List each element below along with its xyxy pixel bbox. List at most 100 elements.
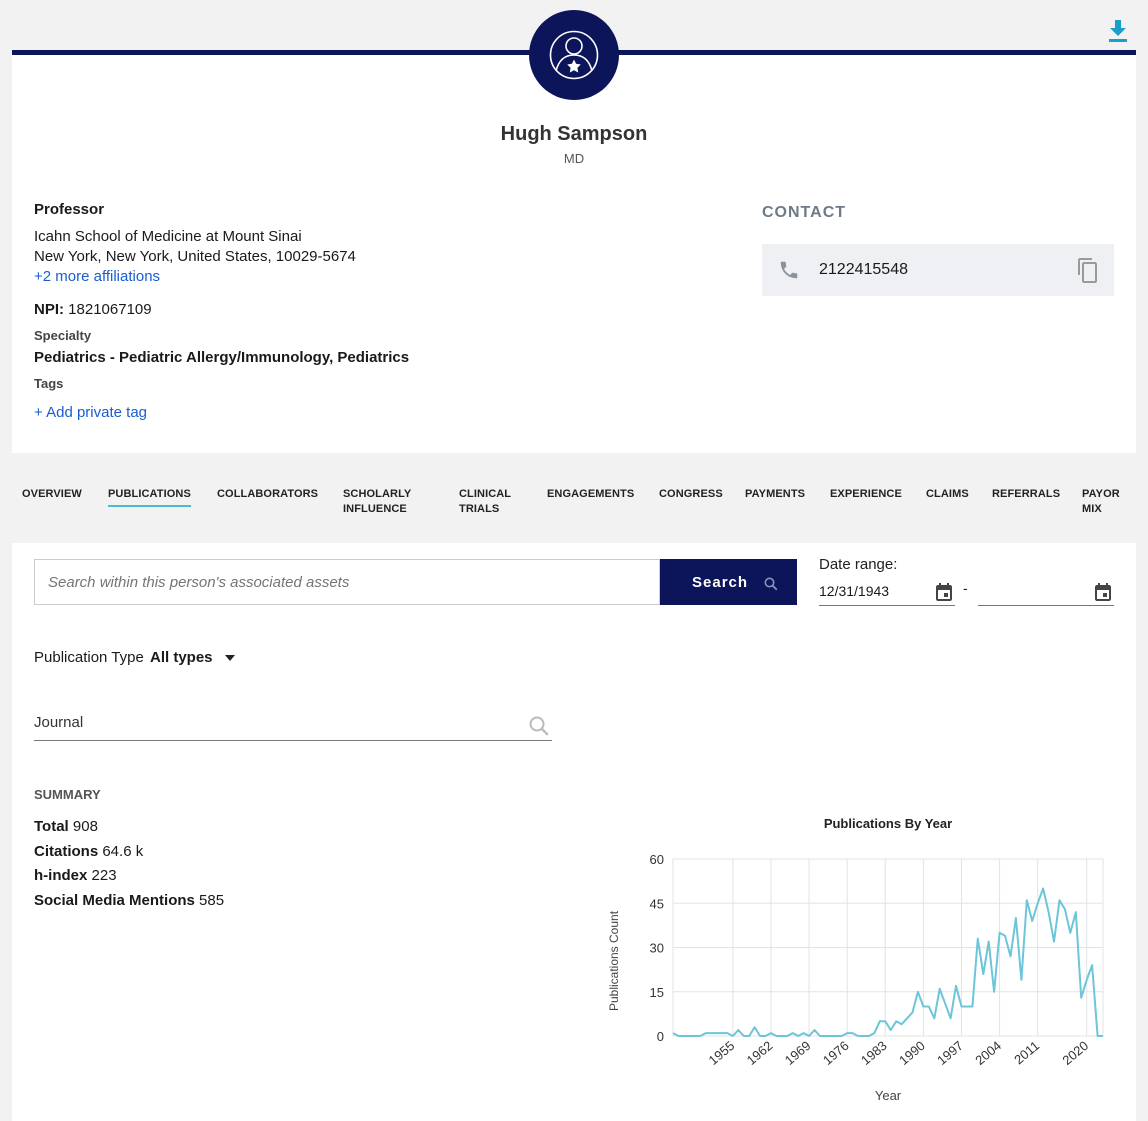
- chart-y-axis-label: Publications Count: [607, 910, 621, 1011]
- journal-label: Journal: [34, 714, 84, 731]
- more-affiliations-link[interactable]: +2 more affiliations: [34, 267, 714, 287]
- chart-x-tick-label: 2020: [1059, 1038, 1091, 1068]
- summary-hindex-label: h-index: [34, 867, 88, 885]
- tab-label: OVERVIEW: [22, 488, 82, 500]
- summary-social: Social Media Mentions 585: [34, 889, 224, 914]
- chart-x-tick-label: 2011: [1011, 1038, 1042, 1067]
- chart-title: Publications By Year: [824, 816, 952, 831]
- start-date-value: 12/31/1943: [819, 583, 890, 599]
- summary-citations-value: 64.6 k: [102, 842, 144, 860]
- summary-hindex-value: 223: [91, 867, 117, 885]
- tab-label: REFERRALS: [992, 488, 1061, 500]
- chart-x-axis-label: Year: [875, 1088, 902, 1103]
- npi-value: 1821067109: [68, 301, 152, 318]
- tags-label: Tags: [34, 376, 64, 391]
- tab-payor-mix[interactable]: PAYOR MIX: [1082, 487, 1120, 517]
- tab-collaborators[interactable]: COLLABORATORS: [217, 487, 318, 502]
- profile-details: Professor Icahn School of Medicine at Mo…: [34, 201, 714, 421]
- tab-label: CONGRESS: [659, 488, 723, 500]
- profile-role: Professor: [34, 201, 105, 218]
- chart-x-tick-label: 1990: [896, 1038, 928, 1068]
- tab-label: ENGAGEMENTS: [547, 488, 635, 500]
- date-separator: -: [963, 580, 968, 596]
- tab-label: CLAIMS: [926, 488, 969, 500]
- summary-title: SUMMARY: [34, 787, 101, 802]
- doctor-avatar-icon: [529, 10, 619, 100]
- add-private-tag-link[interactable]: + Add private tag: [34, 404, 714, 421]
- summary-stats: Total 908 Citations 64.6 k h-index 223 S…: [34, 815, 224, 913]
- tab-label-line2: INFLUENCE: [343, 503, 407, 515]
- tab-referrals[interactable]: REFERRALS: [992, 487, 1060, 502]
- profile-tabs: OVERVIEW PUBLICATIONS COLLABORATORS SCHO…: [0, 487, 1148, 527]
- copy-icon[interactable]: [1076, 257, 1100, 290]
- tab-label: PAYOR: [1082, 488, 1120, 500]
- contact-phone-box: 2122415548: [762, 244, 1114, 296]
- contact-title: CONTACT: [762, 204, 847, 221]
- search-button-label: Search: [692, 574, 749, 591]
- publication-type-label: Publication Type: [34, 649, 144, 666]
- search-icon: [764, 577, 778, 591]
- chart-x-tick-label: 1962: [744, 1038, 776, 1068]
- search-input[interactable]: [34, 559, 660, 605]
- npi: NPI: 1821067109: [34, 301, 714, 318]
- search-icon: [529, 716, 549, 736]
- chart-y-tick-label: 0: [657, 1029, 664, 1044]
- journal-field[interactable]: Journal: [34, 710, 552, 741]
- date-range-label: Date range:: [819, 556, 898, 573]
- chart-x-tick-label: 1955: [706, 1038, 738, 1068]
- tab-label-line2: TRIALS: [459, 503, 500, 515]
- summary-social-label: Social Media Mentions: [34, 891, 195, 909]
- calendar-icon[interactable]: [935, 582, 953, 602]
- tab-experience[interactable]: EXPERIENCE: [830, 487, 902, 502]
- caret-down-icon: [224, 655, 235, 662]
- publication-type-dropdown[interactable]: Publication Type All types: [34, 649, 235, 666]
- tab-congress[interactable]: CONGRESS: [659, 487, 723, 502]
- chart-y-tick-label: 30: [650, 941, 664, 956]
- phone-icon: [778, 259, 800, 286]
- chart-x-tick-label: 1976: [820, 1038, 852, 1068]
- start-date-field[interactable]: 12/31/1943: [819, 578, 955, 606]
- chart-x-tick-label: 2004: [972, 1038, 1004, 1068]
- calendar-icon[interactable]: [1094, 582, 1112, 602]
- summary-total-value: 908: [72, 818, 98, 835]
- end-date-field[interactable]: [978, 578, 1114, 606]
- tab-label: EXPERIENCE: [830, 488, 902, 500]
- profile-degree: MD: [563, 151, 585, 166]
- summary-citations: Citations 64.6 k: [34, 840, 224, 865]
- search-button[interactable]: Search: [660, 559, 797, 605]
- chart-y-tick-label: 15: [650, 985, 664, 1000]
- chart-x-tick-label: 1997: [934, 1038, 966, 1068]
- publication-type-value: All types: [149, 649, 213, 666]
- tab-label-line2: MIX: [1082, 503, 1102, 515]
- phone-number: 2122415548: [819, 261, 908, 278]
- specialty-value: Pediatrics - Pediatric Allergy/Immunolog…: [34, 349, 410, 366]
- summary-total: Total 908: [34, 815, 224, 840]
- summary-social-value: 585: [199, 891, 225, 909]
- chart-x-tick-label: 1969: [782, 1038, 814, 1068]
- summary-hindex: h-index 223: [34, 864, 224, 889]
- tab-overview[interactable]: OVERVIEW: [22, 487, 82, 502]
- tab-label: SCHOLARLY: [343, 488, 412, 500]
- summary-total-label: Total: [34, 818, 69, 835]
- tab-publications[interactable]: PUBLICATIONS: [108, 487, 191, 507]
- profile-name: Hugh Sampson: [500, 123, 648, 145]
- download-icon[interactable]: [1106, 18, 1130, 44]
- chart-series-line: [672, 887, 1103, 1037]
- npi-label: NPI:: [34, 301, 64, 318]
- chart-y-tick-label: 45: [650, 896, 664, 911]
- tab-label: PAYMENTS: [745, 488, 806, 500]
- publications-by-year-chart: Publications By Year Publications Count …: [607, 816, 1104, 1103]
- affiliation-address: New York, New York, United States, 10029…: [34, 248, 356, 265]
- tab-scholarly-influence[interactable]: SCHOLARLY INFLUENCE: [343, 487, 411, 517]
- tab-clinical-trials[interactable]: CLINICAL TRIALS: [459, 487, 511, 517]
- chart-x-tick-label: 1983: [858, 1038, 890, 1068]
- tab-engagements[interactable]: ENGAGEMENTS: [547, 487, 634, 502]
- tab-label: COLLABORATORS: [217, 488, 319, 500]
- tab-payments[interactable]: PAYMENTS: [745, 487, 805, 502]
- chart-y-tick-label: 60: [650, 852, 664, 867]
- summary-citations-label: Citations: [34, 842, 99, 860]
- tab-claims[interactable]: CLAIMS: [926, 487, 969, 502]
- tab-label: PUBLICATIONS: [108, 488, 191, 500]
- affiliation-name: Icahn School of Medicine at Mount Sinai: [34, 228, 302, 245]
- tab-label: CLINICAL: [459, 488, 512, 500]
